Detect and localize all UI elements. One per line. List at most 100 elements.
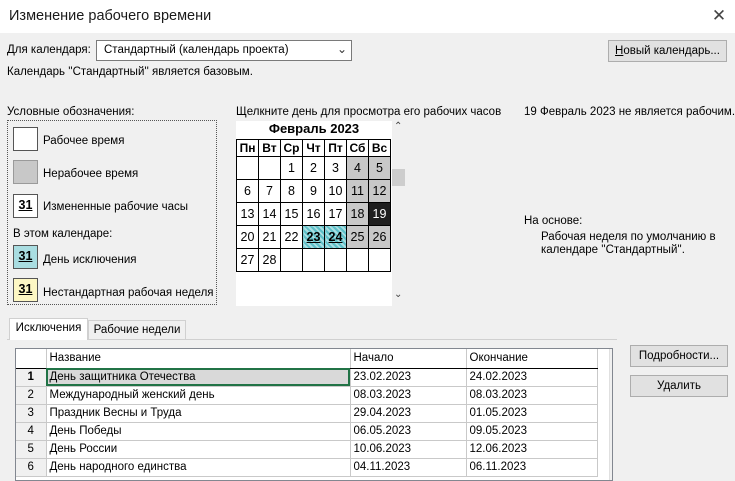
end-date-cell[interactable]: 12.06.2023	[466, 440, 598, 459]
calendar-day[interactable]: 22	[280, 225, 303, 249]
start-date-cell[interactable]: 06.05.2023	[350, 422, 467, 441]
end-date-cell[interactable]: 09.05.2023	[466, 422, 598, 441]
table-scroll-thumb[interactable]	[612, 368, 613, 429]
calendar-day[interactable]: 14	[258, 202, 281, 226]
exceptions-grid: Название Начало Окончание 1 День защитника О…	[16, 349, 598, 477]
tab-work-weeks[interactable]: Рабочие недели	[88, 320, 186, 340]
calendar-scroll-thumb[interactable]	[392, 169, 405, 186]
end-date-cell[interactable]: 08.03.2023	[466, 386, 598, 405]
legend-nonstandard-label: Нестандартная рабочая неделя	[43, 287, 214, 299]
calendar-empty-cell	[280, 248, 303, 272]
chevron-up-icon[interactable]: ⌃	[394, 121, 402, 132]
calendar-day[interactable]: 4	[346, 156, 369, 180]
legend-working-label: Рабочее время	[43, 135, 125, 147]
table-row[interactable]: 5 День России 10.06.2023 12.06.2023	[16, 440, 598, 459]
start-date-cell[interactable]: 29.04.2023	[350, 404, 467, 423]
calendar-day[interactable]: 1	[280, 156, 303, 180]
weekday-header: Вс	[368, 139, 391, 157]
calendar-empty-cell	[236, 156, 259, 180]
legend-title: Условные обозначения:	[7, 106, 135, 118]
calendar-scrollbar[interactable]: ⌃ ⌄	[391, 121, 405, 306]
row-number[interactable]: 2	[16, 386, 47, 405]
calendar-day[interactable]: 24	[324, 225, 347, 249]
details-button[interactable]: Подробности...	[630, 345, 728, 367]
delete-button[interactable]: Удалить	[630, 375, 728, 397]
calendar-day[interactable]: 7	[258, 179, 281, 203]
tab-exceptions[interactable]: Исключения	[9, 318, 88, 340]
column-header[interactable]: Название	[46, 349, 351, 369]
table-row[interactable]: 4 День Победы 06.05.2023 09.05.2023	[16, 422, 598, 441]
calendar-day[interactable]: 26	[368, 225, 391, 249]
weekday-header: Пт	[324, 139, 347, 157]
end-date-cell[interactable]: 24.02.2023	[466, 368, 598, 387]
column-header[interactable]: Окончание	[466, 349, 598, 369]
end-date-cell[interactable]: 06.11.2023	[466, 458, 598, 477]
calendar-empty-cell	[258, 156, 281, 180]
calendar-day[interactable]: 17	[324, 202, 347, 226]
calendar-day[interactable]: 6	[236, 179, 259, 203]
calendar-select-value: Стандартный (календарь проекта)	[104, 44, 289, 56]
table-scrollbar[interactable]: ⌃	[609, 349, 613, 480]
calendar-day[interactable]: 19	[368, 202, 391, 226]
based-on-text: Рабочая неделя по умолчанию в календаре …	[541, 231, 716, 256]
legend-exception-label: День исключения	[43, 254, 137, 266]
table-row[interactable]: 2 Международный женский день 08.03.2023 08.…	[16, 386, 598, 405]
calendar-day[interactable]: 10	[324, 179, 347, 203]
start-date-cell[interactable]: 23.02.2023	[350, 368, 467, 387]
calendar-day[interactable]: 25	[346, 225, 369, 249]
month-calendar[interactable]: Февраль 2023 Пн Вт Ср Чт Пт Сб Вс 1 2 3 4 5 6 7 8 9 10 11…	[236, 121, 392, 306]
calendar-select-label: Для календаря:	[7, 44, 91, 56]
calendar-day[interactable]: 13	[236, 202, 259, 226]
row-number[interactable]: 5	[16, 440, 47, 459]
chevron-down-icon[interactable]: ⌄	[394, 289, 402, 300]
exception-name-cell[interactable]: День защитника Отечества	[46, 368, 351, 387]
table-row[interactable]: 1 День защитника Отечества 23.02.2023 24.02…	[16, 368, 598, 387]
window-title: Изменение рабочего времени	[9, 8, 212, 24]
weekday-header: Пн	[236, 139, 259, 157]
weekday-header: Чт	[302, 139, 325, 157]
calendar-day[interactable]: 3	[324, 156, 347, 180]
column-header[interactable]: Начало	[350, 349, 467, 369]
exception-name-cell[interactable]: День России	[46, 440, 351, 459]
calendar-day[interactable]: 2	[302, 156, 325, 180]
calendar-day[interactable]: 28	[258, 248, 281, 272]
calendar-select[interactable]: Стандартный (календарь проекта) ⌄	[96, 40, 352, 61]
legend-changed-label: Измененные рабочие часы	[43, 201, 189, 213]
row-number[interactable]: 6	[16, 458, 47, 477]
month-title: Февраль 2023	[268, 121, 360, 136]
calendar-day[interactable]: 5	[368, 156, 391, 180]
weekday-header: Сб	[346, 139, 369, 157]
calendar-day[interactable]: 27	[236, 248, 259, 272]
table-row[interactable]: 6 День народного единства 04.11.2023 06.11.…	[16, 458, 598, 477]
calendar-day[interactable]: 8	[280, 179, 303, 203]
calendar-day[interactable]: 16	[302, 202, 325, 226]
calendar-day[interactable]: 9	[302, 179, 325, 203]
calendar-day[interactable]: 18	[346, 202, 369, 226]
exception-name-cell[interactable]: Праздник Весны и Труда	[46, 404, 351, 423]
row-number[interactable]: 4	[16, 422, 47, 441]
table-row[interactable]: 3 Праздник Весны и Труда 29.04.2023 01.05.2…	[16, 404, 598, 423]
row-number[interactable]: 1	[16, 368, 47, 387]
legend-working-swatch	[13, 127, 38, 151]
calendar-empty-cell	[324, 248, 347, 272]
corner-cell[interactable]	[16, 349, 47, 369]
exception-name-cell[interactable]: Международный женский день	[46, 386, 351, 405]
start-date-cell[interactable]: 04.11.2023	[350, 458, 467, 477]
exceptions-table[interactable]: Название Начало Окончание 1 День защитника О…	[15, 348, 613, 481]
new-calendar-button[interactable]: Новый календарь...	[608, 40, 727, 62]
calendar-day[interactable]: 21	[258, 225, 281, 249]
start-date-cell[interactable]: 10.06.2023	[350, 440, 467, 459]
calendar-day[interactable]: 12	[368, 179, 391, 203]
calendar-day[interactable]: 15	[280, 202, 303, 226]
calendar-day[interactable]: 23	[302, 225, 325, 249]
calendar-day[interactable]: 11	[346, 179, 369, 203]
end-date-cell[interactable]: 01.05.2023	[466, 404, 598, 423]
legend-nonstandard-swatch: 31	[13, 278, 38, 302]
calendar-day[interactable]: 20	[236, 225, 259, 249]
exception-name-cell[interactable]: День народного единства	[46, 458, 351, 477]
legend-exception-swatch: 31	[13, 245, 38, 269]
row-number[interactable]: 3	[16, 404, 47, 423]
start-date-cell[interactable]: 08.03.2023	[350, 386, 467, 405]
exception-name-cell[interactable]: День Победы	[46, 422, 351, 441]
close-icon[interactable]: ✕	[709, 6, 729, 26]
